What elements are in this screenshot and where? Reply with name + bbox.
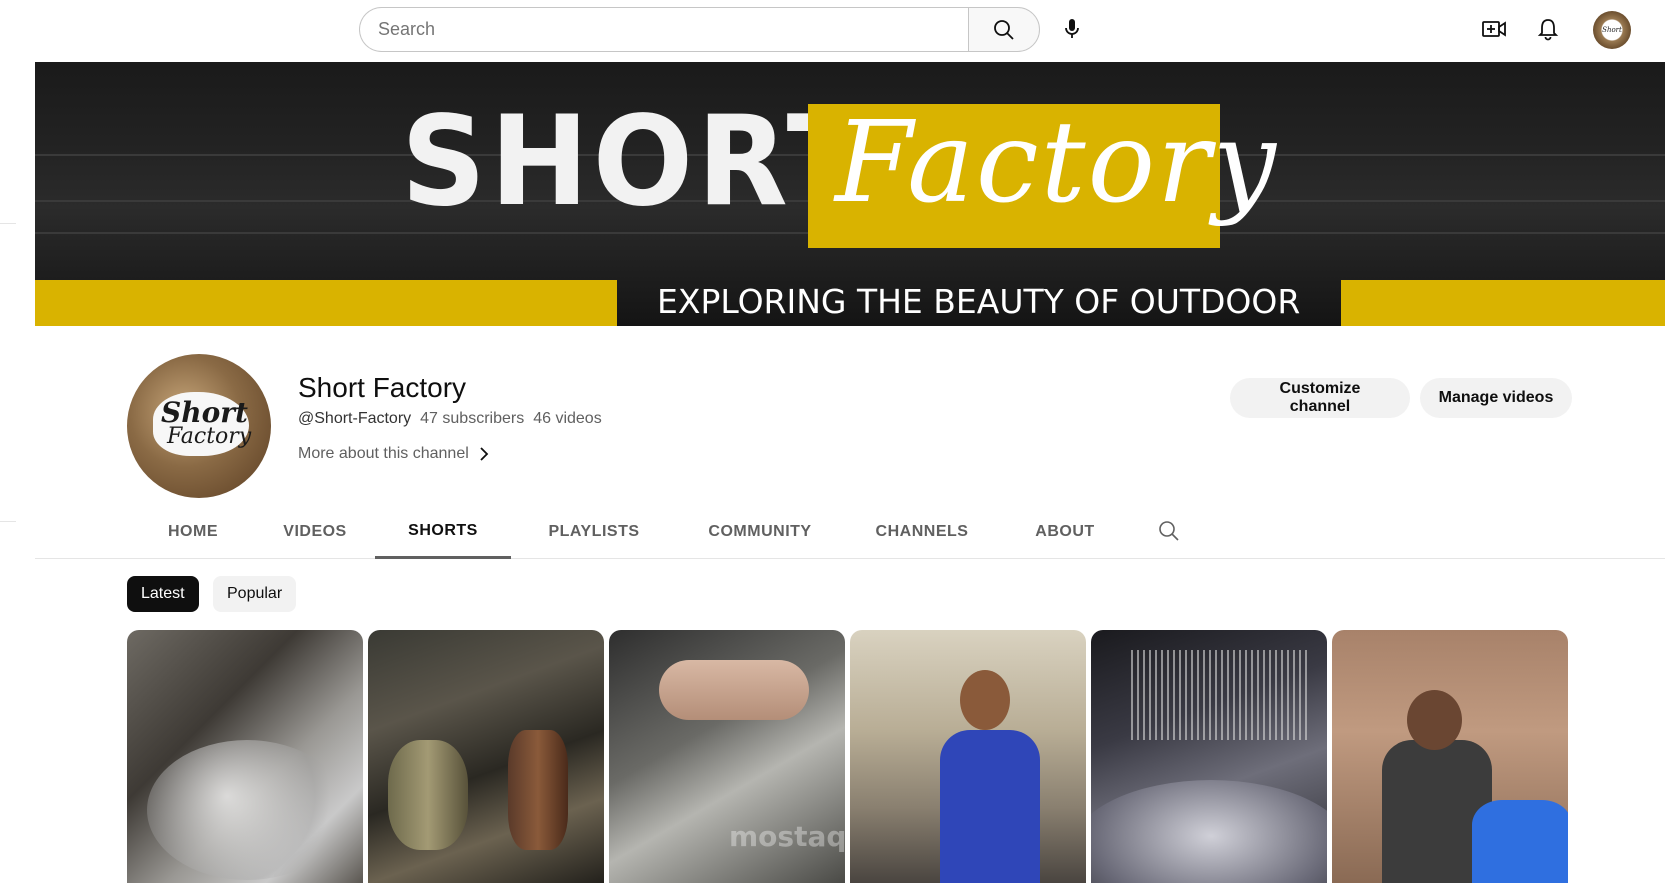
- tab-home[interactable]: HOME: [143, 505, 243, 559]
- channel-search-button[interactable]: [1157, 519, 1183, 545]
- search-input[interactable]: [359, 7, 968, 52]
- channel-handle: @Short-Factory: [298, 410, 412, 427]
- watermark-text: mostaql: [729, 820, 845, 853]
- search-icon: [994, 19, 1014, 40]
- banner-title-factory: Factory: [835, 98, 1278, 228]
- manage-videos-button[interactable]: Manage videos: [1420, 378, 1572, 418]
- more-about-link[interactable]: More about this channel: [298, 445, 489, 463]
- customize-channel-button[interactable]: Customize channel: [1230, 378, 1410, 418]
- chevron-right-icon: [480, 447, 489, 461]
- youtube-channel-page: Short SHORT Factory EXPLORING THE BEAUTY…: [0, 0, 1665, 883]
- bell-icon: [1537, 19, 1559, 41]
- short-thumbnail[interactable]: mostaql: [609, 630, 845, 883]
- thumb-blue-canister: [1472, 800, 1568, 883]
- short-thumbnail[interactable]: [1332, 630, 1568, 883]
- search-box: [359, 7, 1040, 52]
- short-thumbnail[interactable]: [368, 630, 604, 883]
- short-thumbnail[interactable]: [127, 630, 363, 883]
- short-thumbnail[interactable]: [1091, 630, 1327, 883]
- tab-community[interactable]: COMMUNITY: [690, 505, 830, 559]
- avatar-text-factory: Factory: [167, 424, 252, 449]
- short-thumbnail[interactable]: [850, 630, 1086, 883]
- tab-shorts[interactable]: SHORTS: [375, 505, 511, 559]
- tab-channels[interactable]: CHANNELS: [857, 505, 987, 559]
- channel-name: Short Factory: [298, 372, 467, 403]
- thumb-finger: [659, 660, 809, 720]
- sidebar-edge-divider: [0, 521, 16, 522]
- thumb-worker-head: [1407, 690, 1462, 750]
- tab-playlists[interactable]: PLAYLISTS: [534, 505, 654, 559]
- subscriber-count: 47 subscribers: [420, 410, 525, 427]
- chip-latest[interactable]: Latest: [127, 576, 199, 612]
- banner-title-short: SHORT: [401, 88, 872, 234]
- create-video-icon: [1482, 21, 1506, 37]
- thumb-roller: [1091, 780, 1327, 883]
- more-about-label: More about this channel: [298, 445, 469, 462]
- channel-avatar[interactable]: Short Factory: [127, 354, 271, 498]
- thumb-gear: [388, 740, 468, 850]
- thumb-worker-head: [960, 670, 1010, 730]
- video-count: 46 videos: [533, 410, 602, 427]
- sidebar-edge-divider: [0, 223, 16, 224]
- channel-tabs: HOME VIDEOS SHORTS PLAYLISTS COMMUNITY C…: [35, 505, 1665, 559]
- voice-search-button[interactable]: [1052, 9, 1092, 49]
- banner-yellow-band-left: [35, 280, 617, 326]
- search-button[interactable]: [968, 7, 1040, 52]
- banner-yellow-band-right: [1341, 280, 1665, 326]
- search-icon: [1159, 521, 1179, 541]
- channel-banner: SHORT Factory EXPLORING THE BEAUTY OF OU…: [35, 62, 1665, 326]
- channel-meta: @Short-Factory 47 subscribers 46 videos: [298, 410, 602, 428]
- tab-videos[interactable]: VIDEOS: [265, 505, 365, 559]
- chip-popular[interactable]: Popular: [213, 576, 297, 612]
- thumb-highlight: [147, 740, 347, 880]
- thumb-threads: [1131, 650, 1311, 740]
- account-avatar-text: Short: [1602, 26, 1622, 34]
- thumb-gear: [508, 730, 568, 850]
- mic-icon: [1065, 19, 1079, 38]
- account-avatar[interactable]: Short: [1593, 11, 1631, 49]
- banner-tagline: EXPLORING THE BEAUTY OF OUTDOOR: [657, 282, 1301, 321]
- create-button[interactable]: [1474, 9, 1514, 49]
- notifications-button[interactable]: [1528, 9, 1568, 49]
- top-bar: Short: [0, 0, 1665, 62]
- tab-about[interactable]: ABOUT: [1015, 505, 1115, 559]
- thumb-worker-shirt: [940, 730, 1040, 883]
